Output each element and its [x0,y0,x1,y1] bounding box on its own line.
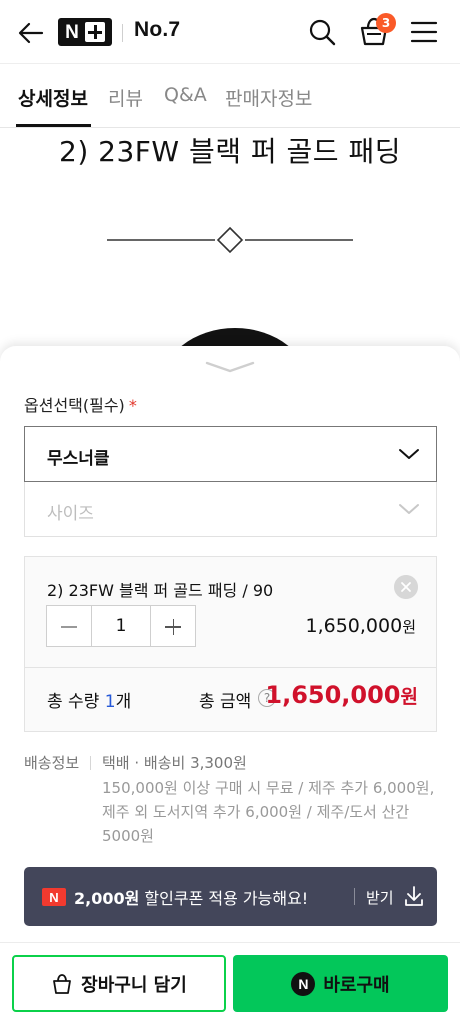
total-quantity-number: 1 [104,692,116,712]
tab-qna[interactable]: Q&A [164,84,207,106]
buy-now-button[interactable]: N 바로구매 [233,955,448,1012]
remove-option-icon[interactable] [394,575,418,599]
coupon-banner[interactable]: N 2,000원 할인쿠폰 적용 가능해요! 받기 [24,867,437,926]
logo-plus-icon [84,22,105,42]
header-divider [122,24,123,42]
quantity-stepper: 1 [46,605,196,647]
option-select-size[interactable]: 사이즈 [24,482,437,537]
option-label-text: 옵션선택(필수) [24,396,125,415]
total-amount-number: 1,650,000 [265,681,401,709]
option-box-divider [25,667,436,668]
coupon-get-button[interactable]: 받기 [366,887,394,908]
selected-option-name: 2) 23FW 블랙 퍼 골드 패딩 / 90 [47,581,274,600]
buy-now-label: 바로구매 [323,974,390,996]
search-icon[interactable] [308,18,336,46]
naver-pay-n-icon: N [291,971,316,996]
hamburger-menu-icon[interactable] [410,20,438,44]
detail-product-title: 2) 23FW 블랙 퍼 골드 패딩 [59,135,401,168]
total-quantity: 총 수량 1개 [47,687,131,712]
total-amount-unit: 원 [400,686,418,708]
product-tabs: 상세정보 리뷰 Q&A 판매자정보 [0,64,460,128]
coupon-amount: 2,000원 [74,889,140,908]
selected-price-unit: 원 [402,618,416,636]
quantity-decrease-button[interactable] [47,606,91,646]
required-mark: * [128,396,137,415]
option-bottom-sheet: 옵션선택(필수) * 무스너클 사이즈 2) 23FW 블랙 퍼 골드 패딩 / … [0,346,460,946]
tab-seller-info[interactable]: 판매자정보 [225,84,312,111]
shipping-fee-text: 택배 · 배송비 3,300원 [102,754,247,772]
active-tab-indicator [16,124,91,127]
add-to-cart-label: 장바구니 담기 [81,974,187,996]
add-to-cart-button[interactable]: 장바구니 담기 [12,955,226,1012]
total-quantity-prefix: 총 수량 [47,692,105,712]
cart-count-badge: 3 [376,13,396,33]
option-select-size-placeholder: 사이즈 [47,504,94,524]
option-select-brand-value: 무스너클 [47,449,110,469]
quantity-value[interactable]: 1 [91,606,151,646]
shipping-conditions-text: 150,000원 이상 구매 시 무료 / 제주 추가 6,000원, 제주 외… [102,779,435,845]
chevron-down-icon [399,504,419,514]
total-amount-value: 1,650,000원 [265,681,418,709]
shipping-divider [90,756,91,770]
sheet-collapse-handle-icon[interactable] [205,360,255,374]
selected-option-price: 1,650,000원 [305,615,416,637]
tab-reviews[interactable]: 리뷰 [108,84,143,111]
bottom-action-bar: 장바구니 담기 N 바로구매 [0,942,460,1024]
option-select-brand[interactable]: 무스너클 [24,426,437,482]
naver-n-badge-icon: N [42,888,66,906]
shopping-bag-icon [53,973,72,994]
top-app-bar: N+ N No.7 3 [0,0,460,64]
download-icon[interactable] [404,885,424,907]
coupon-divider [354,888,355,905]
shipping-info-label: 배송정보 [24,754,80,772]
total-quantity-suffix: 개 [115,692,132,712]
logo-n-glyph: N [65,21,79,43]
store-name[interactable]: No.7 [134,18,180,42]
option-select-label: 옵션선택(필수) * [24,392,137,416]
tab-detail-info[interactable]: 상세정보 [18,84,88,111]
selected-option-box: 2) 23FW 블랙 퍼 골드 패딩 / 90 1 1,650,000원 총 수… [24,556,437,732]
total-amount-label: 총 금액 [199,692,252,712]
coupon-text: 할인쿠폰 적용 가능해요! [139,889,309,908]
coupon-message: 2,000원 할인쿠폰 적용 가능해요! [74,885,308,909]
selected-price-amount: 1,650,000 [305,615,403,637]
back-arrow-icon[interactable] [18,20,44,46]
naver-plus-logo[interactable]: N+ N [58,18,112,46]
chevron-down-icon [399,449,419,459]
quantity-increase-button[interactable] [151,606,195,646]
divider-ornament [107,226,353,254]
